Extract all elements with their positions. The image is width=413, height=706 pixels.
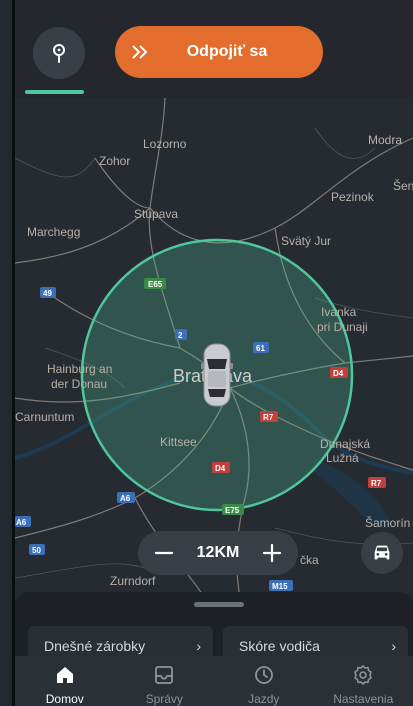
recenter-car-button[interactable] (361, 532, 403, 574)
svg-text:2: 2 (178, 331, 183, 340)
top-bar: Odpojiť sa (15, 0, 413, 98)
left-edge (0, 0, 15, 706)
road-shield-r7: R7 (368, 477, 386, 488)
svg-text:A6: A6 (16, 518, 27, 527)
place-label: Carnuntum (15, 410, 74, 424)
road-shield-a6: A6 (117, 492, 135, 503)
place-label: čka (300, 553, 319, 567)
place-label: Kittsee (160, 435, 197, 449)
place-label: Svätý Jur (281, 234, 331, 248)
nav-item-messages[interactable]: Správy (115, 656, 215, 706)
disconnect-label: Odpojiť sa (186, 43, 268, 60)
nav-item-settings[interactable]: Nastavenia (314, 656, 413, 706)
road-shield-e65: E65 (144, 278, 166, 289)
app-screen: Odpojiť sa Lozorno Modra Šen Zohor Pezin… (15, 0, 413, 706)
chevron-right-icon: › (196, 638, 201, 654)
svg-text:R7: R7 (263, 413, 274, 422)
place-label: Lužná (326, 451, 359, 465)
place-label: Šen (393, 178, 413, 193)
nav-item-home[interactable]: Domov (15, 656, 115, 706)
bottom-nav: Domov Správy Jazdy Nastavenia (15, 656, 413, 706)
sheet-drag-handle[interactable] (194, 602, 244, 607)
svg-text:R7: R7 (371, 479, 382, 488)
svg-text:A6: A6 (120, 494, 131, 503)
clock-icon (254, 666, 273, 684)
zoom-radius-value: 12KM (196, 544, 240, 561)
active-indicator (25, 90, 84, 94)
nav-label: Jazdy (248, 692, 280, 706)
place-label: Modra (368, 133, 402, 147)
place-label: Zohor (99, 154, 130, 168)
home-icon (56, 667, 73, 683)
plus-icon[interactable] (258, 539, 286, 567)
road-shield-61: 61 (253, 342, 269, 353)
svg-text:61: 61 (256, 344, 265, 353)
place-label: Šamorín (365, 515, 410, 530)
road-shield-a6: A6 (15, 516, 31, 527)
svg-text:E75: E75 (225, 506, 240, 515)
svg-text:M15: M15 (272, 582, 288, 591)
place-label: Ivanka (321, 305, 357, 319)
place-label: Stupava (134, 207, 178, 221)
road-shield-e75: E75 (222, 504, 244, 515)
map-pin-icon (53, 44, 65, 63)
place-label: Marchegg (27, 225, 80, 239)
road-shield-r7: R7 (260, 411, 278, 422)
pin-button[interactable] (33, 27, 85, 79)
svg-text:D4: D4 (215, 464, 226, 473)
bottom-sheet: Dnešné zárobky › Skóre vodiča › (15, 592, 413, 666)
road-shield-m15: M15 (269, 580, 293, 591)
place-label: pri Dunaji (317, 320, 368, 334)
nav-label: Správy (145, 692, 183, 706)
disconnect-button[interactable]: Odpojiť sa (115, 26, 323, 78)
place-label: der Donau (51, 377, 107, 391)
svg-text:50: 50 (32, 546, 41, 555)
map-canvas: Lozorno Modra Šen Zohor Pezinok Stupava … (15, 98, 413, 598)
minus-icon[interactable] (150, 539, 178, 567)
place-label: Lozorno (143, 137, 187, 151)
gear-icon (354, 665, 373, 685)
car-top-view-icon (201, 343, 233, 407)
place-label: Pezinok (331, 190, 375, 204)
place-label: Dunajská (320, 437, 370, 451)
car-front-icon (374, 545, 390, 560)
zoom-control: 12KM (138, 531, 298, 575)
map-view[interactable]: Lozorno Modra Šen Zohor Pezinok Stupava … (15, 98, 413, 598)
card-label: Dnešné zárobky (44, 638, 146, 654)
chevron-right-icon: › (391, 638, 396, 654)
road-shield-d4: D4 (212, 462, 230, 473)
place-label: Zurndorf (110, 574, 156, 588)
road-shield-2: 2 (175, 329, 187, 340)
inbox-icon (155, 666, 174, 684)
nav-label: Nastavenia (333, 692, 394, 706)
svg-text:D4: D4 (333, 369, 344, 378)
nav-label: Domov (45, 692, 84, 706)
svg-text:49: 49 (43, 289, 52, 298)
nav-item-rides[interactable]: Jazdy (214, 656, 314, 706)
card-label: Skóre vodiča (239, 638, 320, 654)
place-label: Hainburg an (47, 362, 112, 376)
road-shield-50: 50 (29, 544, 45, 555)
road-shield-d4: D4 (330, 367, 348, 378)
svg-text:E65: E65 (148, 280, 163, 289)
road-shield-49: 49 (40, 287, 56, 298)
